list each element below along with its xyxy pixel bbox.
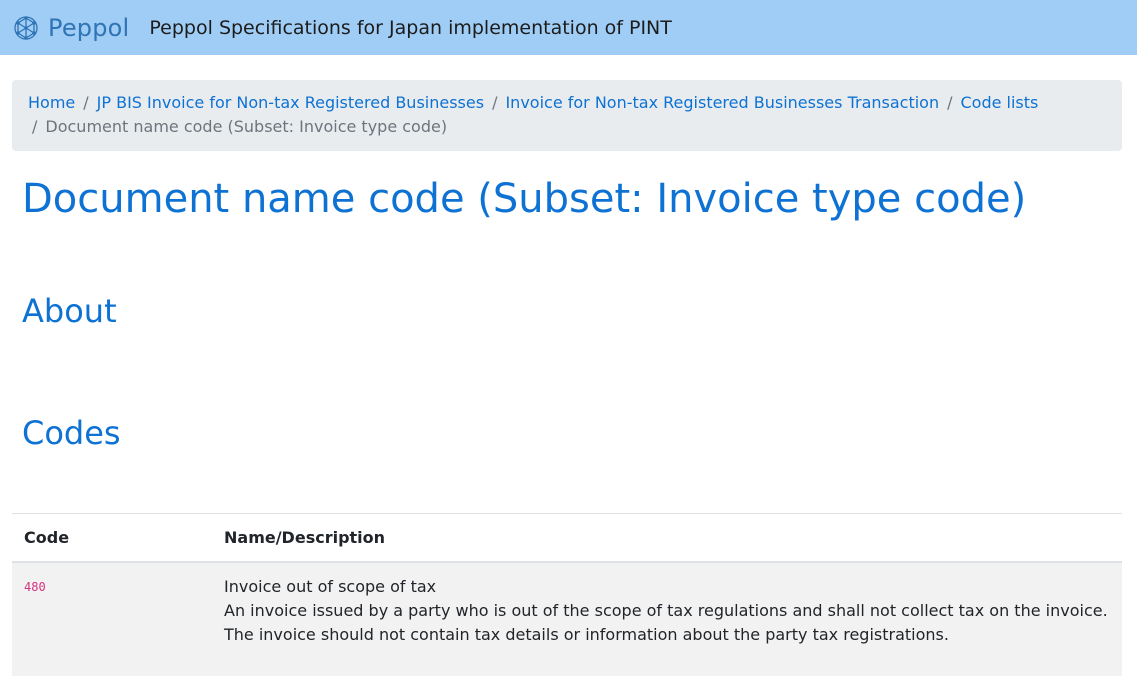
codes-table: Code Name/Description 480 Invoice out of… — [12, 513, 1122, 676]
breadcrumb-home-link[interactable]: Home — [28, 93, 75, 112]
section-heading-codes: Codes — [22, 414, 121, 452]
table-header-row: Code Name/Description — [12, 513, 1122, 563]
breadcrumb-transaction-link[interactable]: Invoice for Non-tax Registered Businesse… — [505, 93, 939, 112]
page-title: Document name code (Subset: Invoice type… — [22, 176, 1027, 222]
breadcrumb-line-1: Home / JP BIS Invoice for Non-tax Register… — [28, 91, 1106, 115]
column-header-name-description: Name/Description — [212, 513, 1122, 563]
brand-name: Peppol — [48, 13, 130, 42]
site-title: Peppol Specifications for Japan implemen… — [149, 16, 672, 39]
breadcrumb-line-2: / Document name code (Subset: Invoice typ… — [28, 115, 1106, 139]
column-header-code: Code — [12, 513, 212, 563]
top-navbar: Peppol Peppol Specifications for Japan i… — [0, 0, 1137, 55]
breadcrumb-current: Document name code (Subset: Invoice type… — [45, 117, 448, 136]
breadcrumb-separator: / — [947, 93, 953, 112]
breadcrumb-code-lists-link[interactable]: Code lists — [960, 93, 1038, 112]
code-name: Invoice out of scope of tax — [224, 576, 437, 596]
breadcrumb-separator: / — [492, 93, 498, 112]
name-description-cell: Invoice out of scope of tax An invoice i… — [212, 561, 1122, 676]
code-description-line-1: An invoice issued by a party who is out … — [224, 600, 1108, 620]
brand-home-link[interactable]: Peppol — [12, 14, 129, 42]
code-cell: 480 — [12, 561, 212, 676]
section-heading-about: About — [22, 292, 117, 330]
code-value: 480 — [24, 579, 46, 594]
breadcrumb-separator: / — [83, 93, 89, 112]
table-row: 480 Invoice out of scope of tax An invoi… — [12, 561, 1122, 676]
peppol-network-logo-icon — [12, 14, 40, 42]
breadcrumb-separator: / — [32, 117, 38, 136]
breadcrumb-jp-bis-link[interactable]: JP BIS Invoice for Non-tax Registered Bu… — [97, 93, 484, 112]
breadcrumb: Home / JP BIS Invoice for Non-tax Register… — [12, 80, 1122, 151]
code-description-line-2: The invoice should not contain tax detai… — [224, 624, 949, 644]
